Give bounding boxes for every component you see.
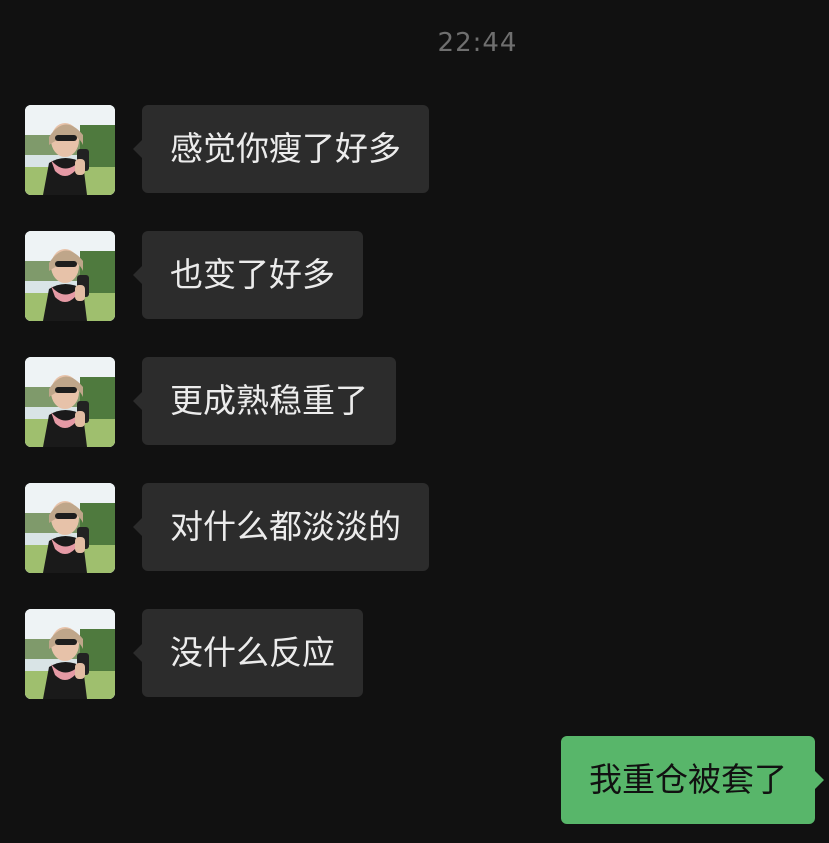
incoming-message-bubble[interactable]: 感觉你瘦了好多	[133, 105, 429, 193]
incoming-message-bubble[interactable]: 更成熟稳重了	[133, 357, 396, 445]
contact-avatar-image	[25, 231, 115, 321]
incoming-message-bubble[interactable]: 对什么都淡淡的	[133, 483, 429, 571]
contact-avatar[interactable]	[25, 483, 115, 573]
contact-avatar[interactable]	[25, 609, 115, 699]
message-timestamp: 22:44	[437, 28, 518, 58]
contact-avatar[interactable]	[25, 105, 115, 195]
outgoing-message-bubble[interactable]: 我重仓被套了	[561, 736, 824, 824]
contact-avatar-image	[25, 105, 115, 195]
contact-avatar-image	[25, 483, 115, 573]
contact-avatar-image	[25, 609, 115, 699]
incoming-message-bubble[interactable]: 没什么反应	[133, 609, 363, 697]
contact-avatar-image	[25, 357, 115, 447]
incoming-message-bubble[interactable]: 也变了好多	[133, 231, 363, 319]
contact-avatar[interactable]	[25, 231, 115, 321]
contact-avatar[interactable]	[25, 357, 115, 447]
